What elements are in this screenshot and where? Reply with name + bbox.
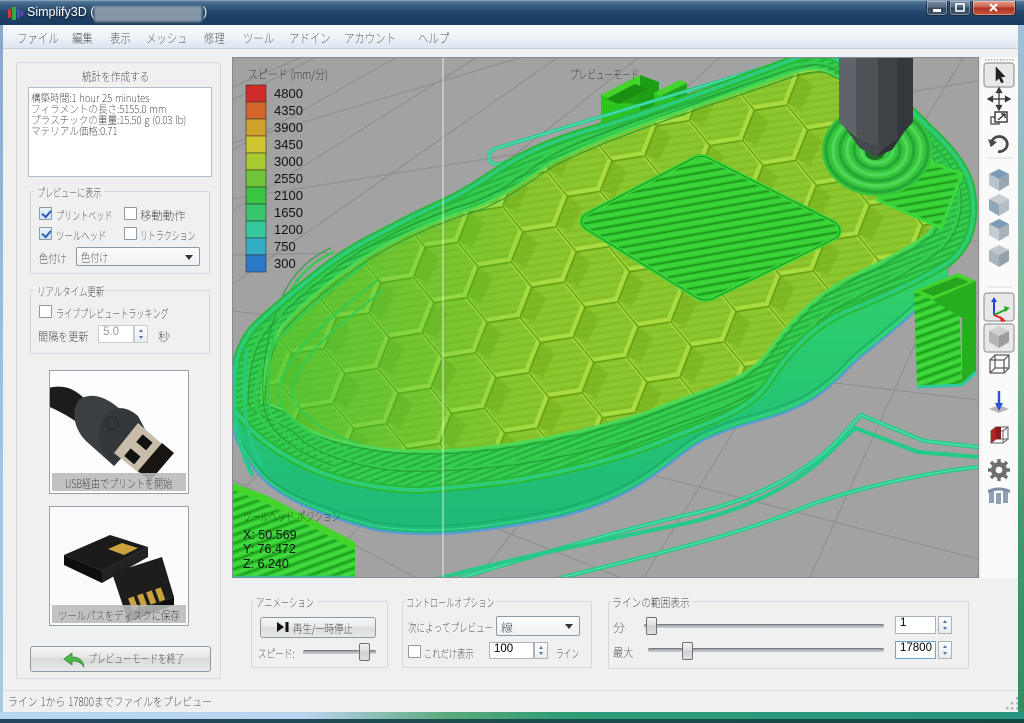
svg-text:3900: 3900 <box>274 120 303 135</box>
svg-text:X: 50.569: X: 50.569 <box>243 528 297 542</box>
svg-text:3450: 3450 <box>274 137 303 152</box>
svg-text:1650: 1650 <box>274 205 303 220</box>
svg-text:Y: 76.472: Y: 76.472 <box>243 542 296 556</box>
svg-text:750: 750 <box>274 239 296 254</box>
svg-text:3000: 3000 <box>274 154 303 169</box>
svg-text:2550: 2550 <box>274 171 303 186</box>
svg-text:4350: 4350 <box>274 103 303 118</box>
svg-text:Z: 6.240: Z: 6.240 <box>243 557 289 571</box>
svg-text:300: 300 <box>274 256 296 271</box>
svg-text:1200: 1200 <box>274 222 303 237</box>
svg-text:4800: 4800 <box>274 86 303 101</box>
svg-text:2100: 2100 <box>274 188 303 203</box>
